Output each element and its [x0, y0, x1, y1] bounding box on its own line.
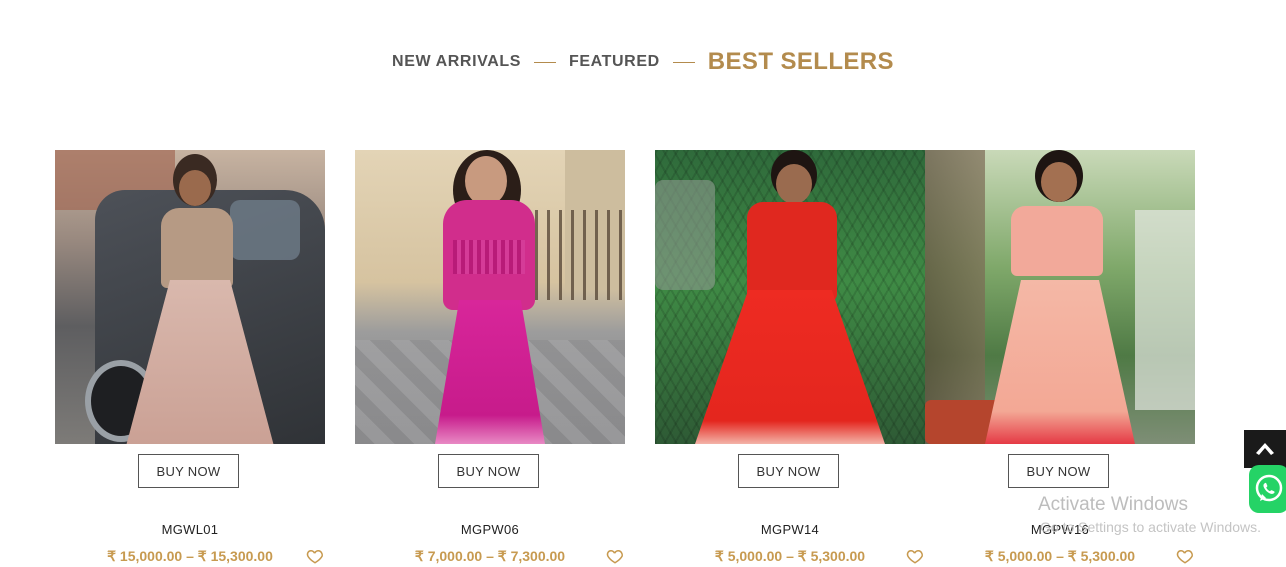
buy-now-button[interactable]: BUY NOW: [138, 454, 239, 488]
product-sku[interactable]: MGWL01: [55, 522, 325, 537]
tab-best-sellers[interactable]: BEST SELLERS: [708, 48, 894, 76]
product-tabs: NEW ARRIVALS FEATURED BEST SELLERS: [0, 46, 1286, 78]
product-image[interactable]: [925, 150, 1195, 444]
product-image[interactable]: [55, 150, 325, 444]
product-price: ₹ 5,000.00 – ₹ 5,300.00: [984, 548, 1136, 564]
tab-separator: [534, 61, 557, 63]
chevron-up-icon: [1256, 443, 1274, 455]
buy-now-button[interactable]: BUY NOW: [1008, 454, 1109, 488]
product-sku[interactable]: MGPW14: [655, 522, 925, 537]
activate-windows-title: Activate Windows: [1038, 494, 1188, 515]
heart-icon[interactable]: [606, 547, 624, 565]
product-card: BUY NOW MGPW06 ₹ 7,000.00 – ₹ 7,300.00: [355, 150, 625, 564]
buy-now-button[interactable]: BUY NOW: [438, 454, 539, 488]
heart-icon[interactable]: [906, 547, 924, 565]
activate-windows-subtitle: Go to Settings to activate Windows.: [1040, 519, 1261, 535]
product-card: BUY NOW MGWL01 ₹ 15,000.00 – ₹ 15,300.00: [55, 150, 325, 564]
product-card: BUY NOW MGPW16 ₹ 5,000.00 – ₹ 5,300.00: [925, 150, 1195, 564]
product-price: ₹ 5,000.00 – ₹ 5,300.00: [714, 548, 866, 564]
product-card: BUY NOW MGPW14 ₹ 5,000.00 – ₹ 5,300.00: [655, 150, 925, 564]
tab-separator: [672, 61, 695, 63]
product-image[interactable]: [355, 150, 625, 444]
product-image[interactable]: [655, 150, 925, 444]
buy-now-button[interactable]: BUY NOW: [738, 454, 839, 488]
heart-icon[interactable]: [306, 547, 324, 565]
tab-new-arrivals[interactable]: NEW ARRIVALS: [392, 53, 521, 71]
product-price: ₹ 15,000.00 – ₹ 15,300.00: [107, 548, 273, 564]
tab-featured[interactable]: FEATURED: [569, 53, 660, 71]
heart-icon[interactable]: [1176, 547, 1194, 565]
product-sku[interactable]: MGPW06: [355, 522, 625, 537]
whatsapp-chat-button[interactable]: [1249, 465, 1286, 513]
back-to-top-button[interactable]: [1244, 430, 1286, 468]
whatsapp-icon: [1255, 474, 1283, 502]
product-price: ₹ 7,000.00 – ₹ 7,300.00: [414, 548, 566, 564]
